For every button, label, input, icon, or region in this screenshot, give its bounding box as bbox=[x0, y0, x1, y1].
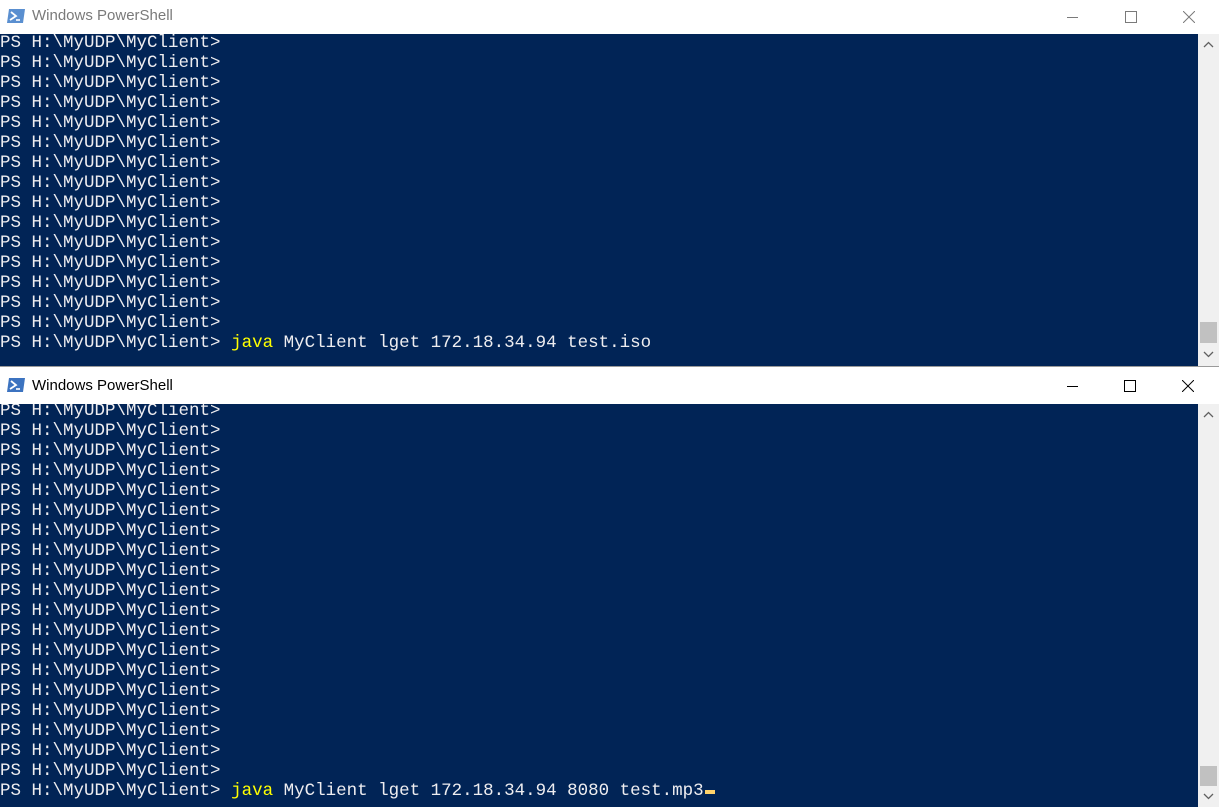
console-line: PS H:\MyUDP\MyClient> bbox=[0, 421, 221, 441]
console-line: PS H:\MyUDP\MyClient> bbox=[0, 53, 221, 73]
console-output[interactable]: PS H:\MyUDP\MyClient> PS H:\MyUDP\MyClien… bbox=[0, 404, 1198, 807]
command-line[interactable]: PS H:\MyUDP\MyClient> java MyClient lget… bbox=[0, 781, 715, 801]
console-line: PS H:\MyUDP\MyClient> bbox=[0, 541, 221, 561]
console-line: PS H:\MyUDP\MyClient> bbox=[0, 481, 221, 501]
console-line: PS H:\MyUDP\MyClient> bbox=[0, 273, 221, 293]
maximize-button[interactable] bbox=[1101, 367, 1159, 404]
console-line: PS H:\MyUDP\MyClient> bbox=[0, 461, 221, 481]
console-line: PS H:\MyUDP\MyClient> bbox=[0, 441, 221, 461]
chevron-down-icon bbox=[1203, 351, 1214, 358]
window-title: Windows PowerShell bbox=[32, 7, 173, 24]
console-line: PS H:\MyUDP\MyClient> bbox=[0, 193, 221, 213]
console-line: PS H:\MyUDP\MyClient> bbox=[0, 721, 221, 741]
powershell-icon bbox=[7, 9, 25, 23]
maximize-icon bbox=[1124, 379, 1136, 392]
text-cursor bbox=[704, 790, 715, 794]
command-args: MyClient lget 172.18.34.94 8080 test.mp3 bbox=[283, 781, 704, 801]
title-bar[interactable]: Windows PowerShell bbox=[0, 367, 1219, 404]
minimize-button[interactable] bbox=[1044, 0, 1102, 34]
console-line: PS H:\MyUDP\MyClient> bbox=[0, 313, 221, 333]
scroll-up-button[interactable] bbox=[1198, 406, 1219, 423]
console-line: PS H:\MyUDP\MyClient> bbox=[0, 253, 221, 273]
command-keyword: java bbox=[231, 781, 274, 801]
powershell-window-front[interactable]: Windows PowerShell PS H:\MyUDP\MyClient>… bbox=[0, 367, 1219, 807]
console-line: PS H:\MyUDP\MyClient> bbox=[0, 561, 221, 581]
prompt-text: PS H:\MyUDP\MyClient> bbox=[0, 333, 221, 353]
console-line: PS H:\MyUDP\MyClient> bbox=[0, 661, 221, 681]
prompt-text: PS H:\MyUDP\MyClient> bbox=[0, 781, 221, 801]
console-line: PS H:\MyUDP\MyClient> bbox=[0, 73, 221, 93]
scroll-thumb[interactable] bbox=[1200, 766, 1217, 786]
console-line: PS H:\MyUDP\MyClient> bbox=[0, 233, 221, 253]
minimize-button[interactable] bbox=[1044, 367, 1102, 404]
maximize-button[interactable] bbox=[1102, 0, 1160, 34]
console-line: PS H:\MyUDP\MyClient> bbox=[0, 681, 221, 701]
console-line: PS H:\MyUDP\MyClient> bbox=[0, 133, 221, 153]
console-line: PS H:\MyUDP\MyClient> bbox=[0, 93, 221, 113]
close-button[interactable] bbox=[1160, 0, 1218, 34]
vertical-scrollbar[interactable] bbox=[1198, 404, 1219, 807]
close-button[interactable] bbox=[1159, 367, 1217, 404]
chevron-down-icon bbox=[1203, 793, 1214, 800]
console-line: PS H:\MyUDP\MyClient> bbox=[0, 621, 221, 641]
console-line: PS H:\MyUDP\MyClient> bbox=[0, 521, 221, 541]
console-line: PS H:\MyUDP\MyClient> bbox=[0, 153, 221, 173]
command-keyword: java bbox=[231, 333, 274, 353]
console-output[interactable]: PS H:\MyUDP\MyClient> PS H:\MyUDP\MyClien… bbox=[0, 34, 1198, 366]
console-line: PS H:\MyUDP\MyClient> bbox=[0, 404, 221, 421]
console-line: PS H:\MyUDP\MyClient> bbox=[0, 581, 221, 601]
console-line: PS H:\MyUDP\MyClient> bbox=[0, 641, 221, 661]
minimize-icon bbox=[1067, 17, 1078, 18]
console-line: PS H:\MyUDP\MyClient> bbox=[0, 741, 221, 761]
scroll-up-button[interactable] bbox=[1198, 36, 1219, 53]
console-line: PS H:\MyUDP\MyClient> bbox=[0, 173, 221, 193]
console-line: PS H:\MyUDP\MyClient> bbox=[0, 501, 221, 521]
console-line: PS H:\MyUDP\MyClient> bbox=[0, 701, 221, 721]
scroll-down-button[interactable] bbox=[1198, 788, 1219, 805]
console-line: PS H:\MyUDP\MyClient> bbox=[0, 34, 221, 53]
console-line: PS H:\MyUDP\MyClient> bbox=[0, 293, 221, 313]
command-line[interactable]: PS H:\MyUDP\MyClient> java MyClient lget… bbox=[0, 333, 651, 353]
powershell-icon bbox=[7, 378, 25, 392]
chevron-up-icon bbox=[1203, 41, 1214, 48]
close-icon bbox=[1183, 11, 1195, 23]
powershell-window-back[interactable]: Windows PowerShell PS H:\MyUDP\MyClient>… bbox=[0, 0, 1219, 366]
title-bar[interactable]: Windows PowerShell bbox=[0, 0, 1219, 34]
window-title: Windows PowerShell bbox=[32, 377, 173, 394]
chevron-up-icon bbox=[1203, 411, 1214, 418]
command-args: MyClient lget 172.18.34.94 test.iso bbox=[283, 333, 652, 353]
console-line: PS H:\MyUDP\MyClient> bbox=[0, 213, 221, 233]
close-icon bbox=[1182, 379, 1194, 392]
maximize-icon bbox=[1125, 11, 1137, 23]
scroll-thumb[interactable] bbox=[1200, 322, 1217, 343]
minimize-icon bbox=[1067, 385, 1078, 387]
scroll-down-button[interactable] bbox=[1198, 346, 1219, 363]
console-line: PS H:\MyUDP\MyClient> bbox=[0, 113, 221, 133]
console-line: PS H:\MyUDP\MyClient> bbox=[0, 761, 221, 781]
console-line: PS H:\MyUDP\MyClient> bbox=[0, 601, 221, 621]
vertical-scrollbar[interactable] bbox=[1198, 34, 1219, 366]
